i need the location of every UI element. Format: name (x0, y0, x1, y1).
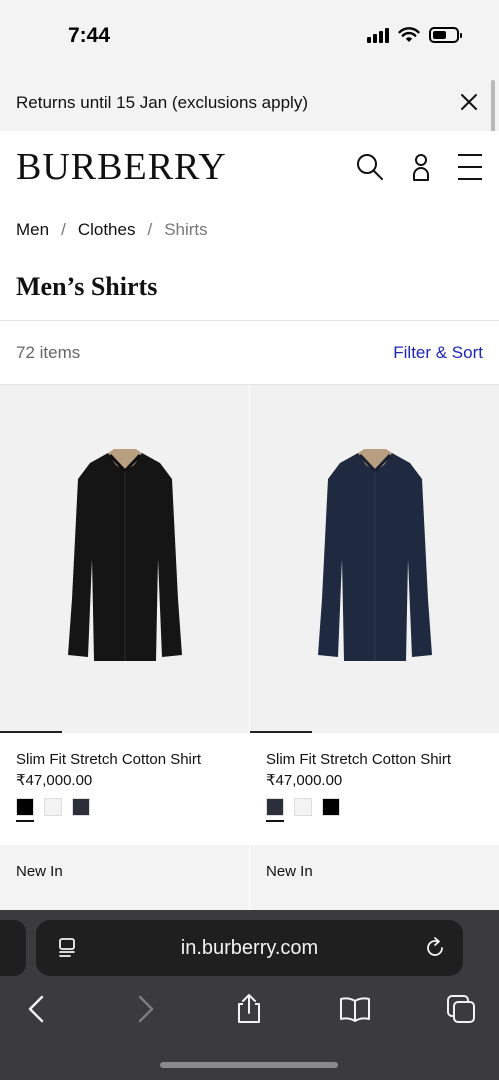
breadcrumb-separator: / (61, 220, 66, 239)
image-carousel-indicator (0, 731, 62, 733)
close-icon[interactable] (457, 90, 481, 114)
shirt-image (317, 449, 432, 661)
url-text: in.burberry.com (180, 937, 319, 959)
home-indicator[interactable] (160, 1062, 338, 1068)
new-in-badge: New In (16, 863, 63, 880)
product-name[interactable]: Slim Fit Stretch Cotton Shirt (266, 751, 451, 768)
filter-sort-button[interactable]: Filter & Sort (393, 343, 483, 363)
hamburger-menu-icon[interactable] (456, 151, 484, 183)
browser-toolbar: in.burberry.com (0, 910, 499, 1080)
item-count: 72 items (16, 343, 81, 362)
swatch-white[interactable] (294, 798, 312, 816)
breadcrumb-clothes[interactable]: Clothes (78, 220, 136, 240)
next-product-card[interactable]: New In (0, 845, 249, 915)
account-icon[interactable] (406, 151, 436, 183)
image-carousel-indicator (250, 731, 312, 733)
swatch-black[interactable] (16, 798, 34, 822)
product-price: ₹47,000.00 (16, 772, 93, 789)
bookmarks-icon[interactable] (338, 992, 372, 1026)
product-image[interactable] (250, 385, 499, 733)
share-icon[interactable] (232, 992, 266, 1026)
back-icon[interactable] (20, 992, 54, 1026)
color-swatches (16, 798, 90, 822)
product-card[interactable]: Slim Fit Stretch Cotton Shirt ₹47,000.00… (250, 385, 499, 915)
breadcrumb-men[interactable]: Men (16, 220, 49, 240)
search-icon[interactable] (355, 151, 385, 183)
forward-icon[interactable] (128, 992, 162, 1026)
status-time: 7:44 (68, 24, 111, 47)
status-bar: 7:44 (0, 0, 499, 74)
color-swatches (266, 798, 340, 822)
swatch-navy[interactable] (266, 798, 284, 822)
battery-icon (429, 27, 462, 43)
page-title: Men’s Shirts (16, 272, 158, 301)
results-bar: 72 items Filter & Sort (0, 321, 499, 384)
breadcrumb-separator: / (147, 220, 153, 239)
status-icons (367, 27, 462, 43)
breadcrumb-current: Shirts (164, 220, 208, 239)
cellular-signal-icon (367, 27, 389, 43)
promo-banner-text: Returns until 15 Jan (exclusions apply) (16, 93, 308, 112)
previous-tab-preview[interactable] (0, 920, 26, 976)
tabs-icon[interactable] (444, 992, 478, 1026)
new-in-badge: New In (266, 863, 313, 880)
breadcrumb: Men / Clothes / Shirts (16, 220, 208, 240)
next-product-card[interactable]: New In (250, 845, 499, 915)
wifi-icon (398, 27, 420, 42)
site-header: BURBERRY (0, 131, 499, 205)
product-price: ₹47,000.00 (266, 772, 343, 789)
product-image[interactable] (0, 385, 249, 733)
swatch-white[interactable] (44, 798, 62, 816)
product-name[interactable]: Slim Fit Stretch Cotton Shirt (16, 751, 201, 768)
swatch-black[interactable] (322, 798, 340, 816)
reload-icon[interactable] (423, 936, 447, 960)
swatch-navy[interactable] (72, 798, 90, 816)
brand-logo[interactable]: BURBERRY (16, 145, 227, 189)
product-card[interactable]: Slim Fit Stretch Cotton Shirt ₹47,000.00… (0, 385, 249, 915)
promo-banner: Returns until 15 Jan (exclusions apply) (0, 74, 499, 131)
shirt-image (67, 449, 182, 661)
address-bar[interactable]: in.burberry.com (36, 920, 463, 976)
